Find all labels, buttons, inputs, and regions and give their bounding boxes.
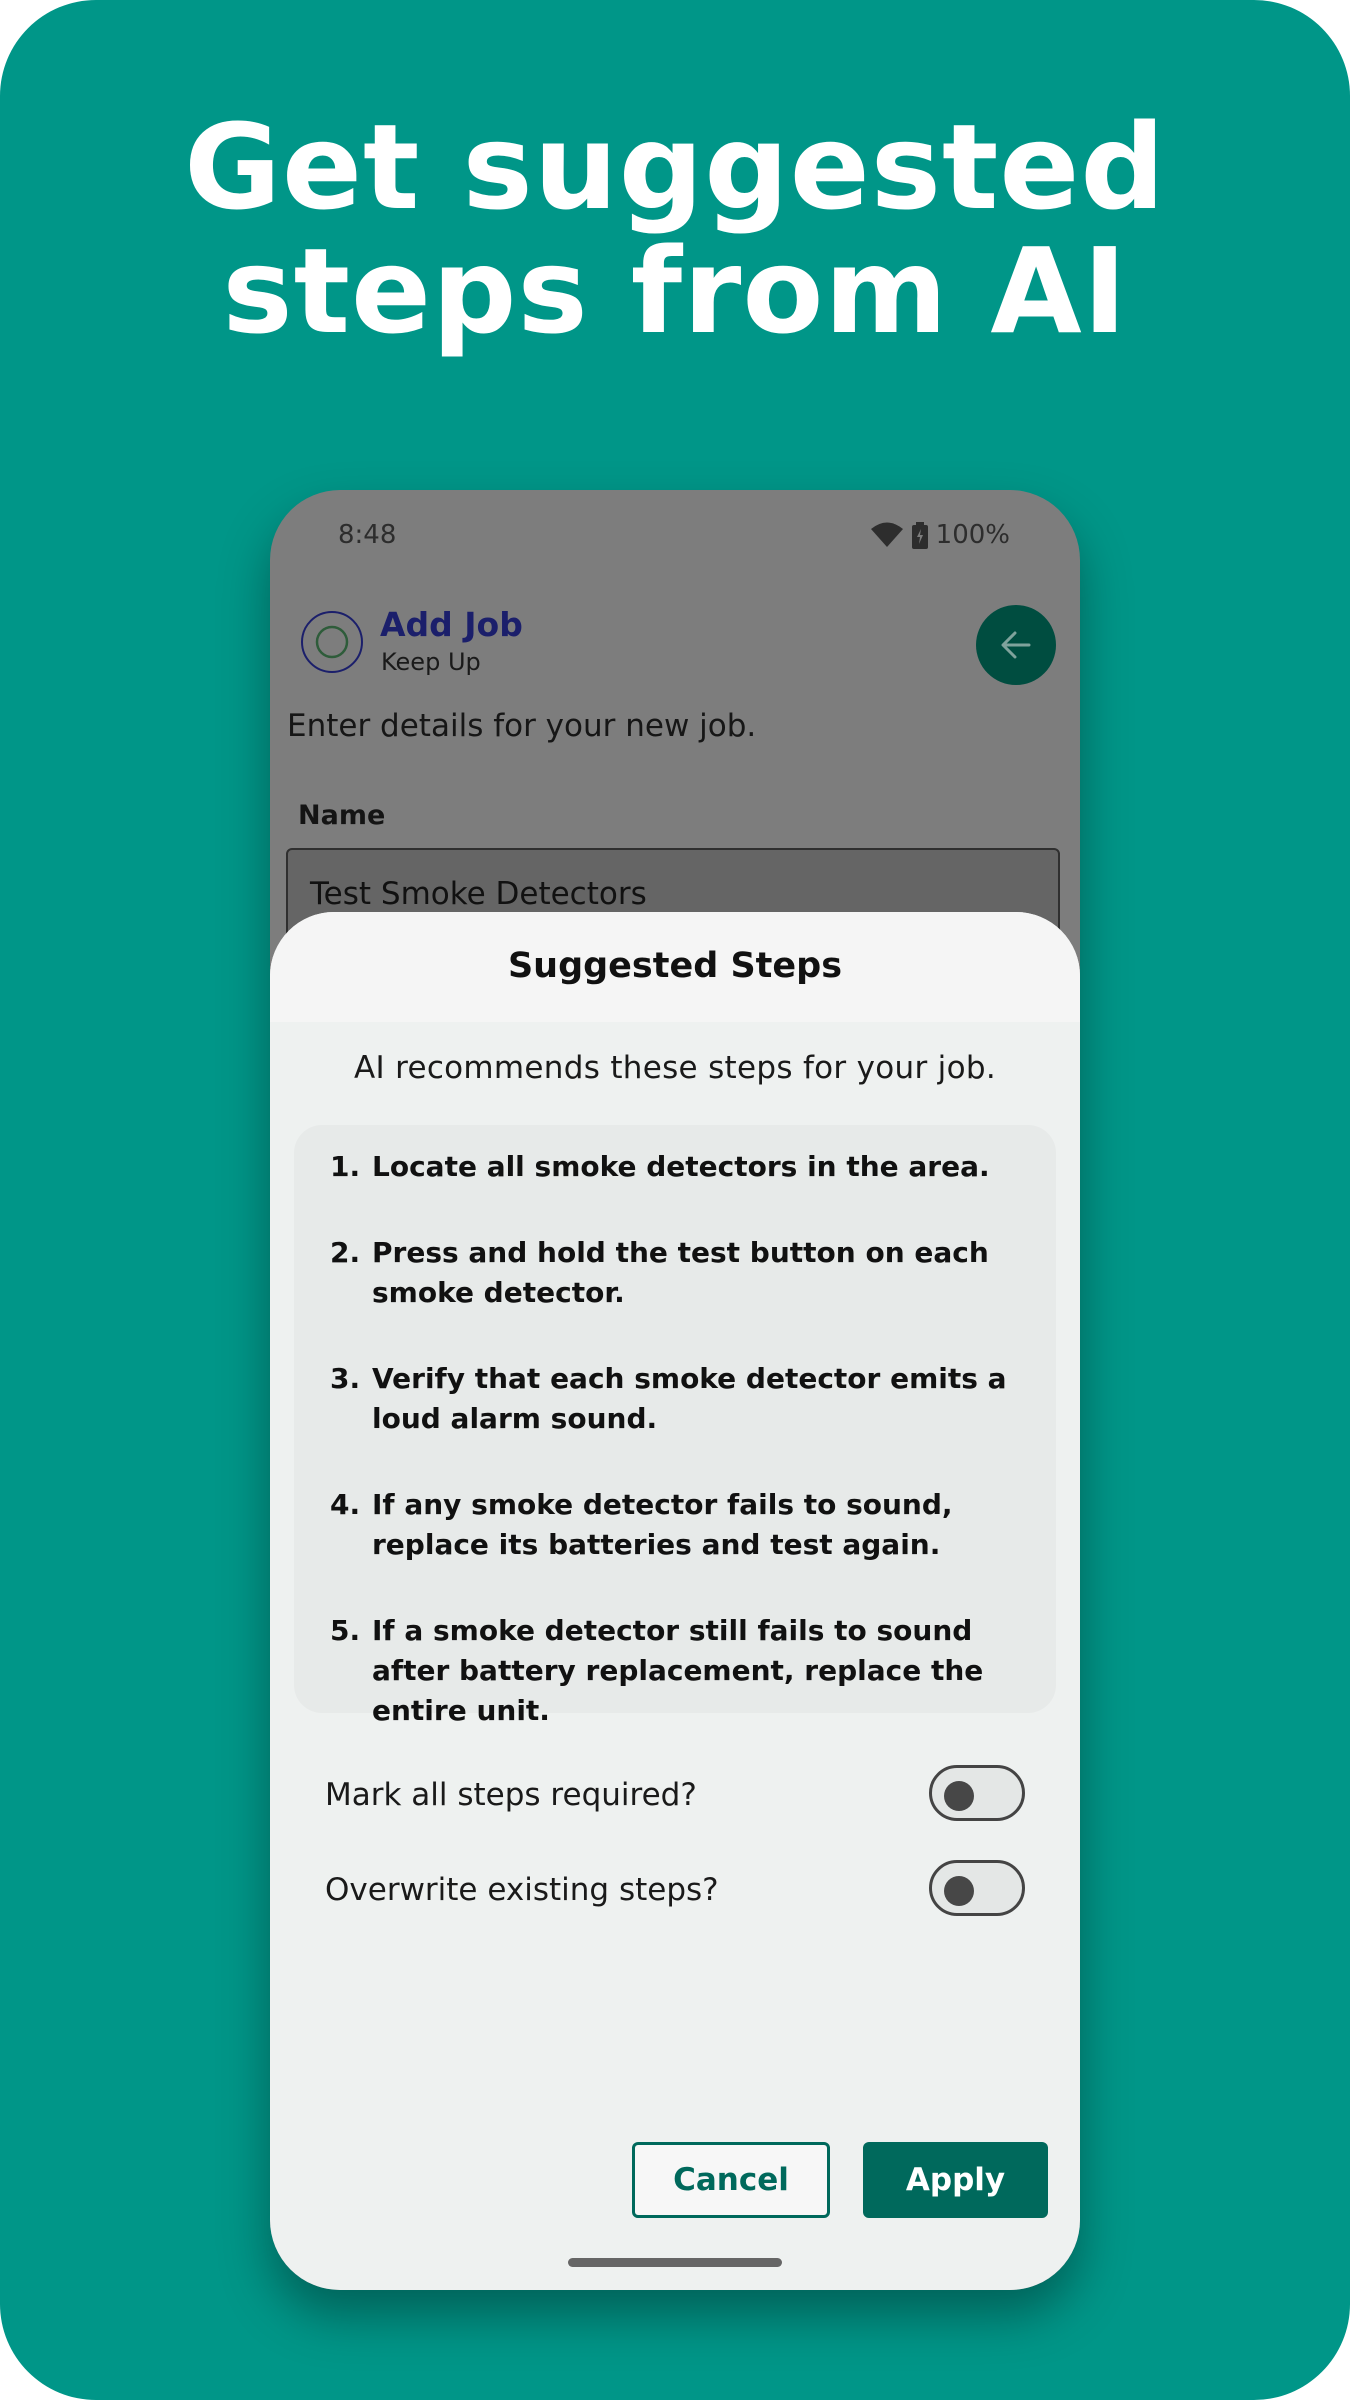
toggle-row-required: Mark all steps required?: [325, 1765, 1025, 1829]
steps-list: 1. Locate all smoke detectors in the are…: [294, 1125, 1056, 1727]
overwrite-toggle-label: Overwrite existing steps?: [325, 1872, 719, 1908]
step-text: If a smoke detector still fails to sound…: [372, 1614, 984, 1727]
app-subtitle: Keep Up: [381, 648, 481, 676]
back-arrow-icon: [1001, 631, 1031, 659]
headline-line-1: Get suggested: [184, 98, 1166, 236]
status-icons: 100%: [870, 520, 1010, 550]
form-intro: Enter details for your new job.: [287, 708, 757, 744]
required-toggle[interactable]: [929, 1765, 1025, 1821]
toggle-knob: [944, 1781, 974, 1811]
required-toggle-label: Mark all steps required?: [325, 1777, 697, 1813]
step-number: 1.: [330, 1150, 361, 1183]
step-text: Verify that each smoke detector emits a …: [372, 1362, 1007, 1435]
suggested-steps-sheet: Suggested Steps AI recommends these step…: [270, 912, 1080, 2290]
step-number: 2.: [330, 1236, 361, 1269]
cancel-button[interactable]: Cancel: [632, 2142, 830, 2218]
sheet-header: Suggested Steps: [270, 912, 1080, 1022]
promo-headline: Get suggested steps from AI: [0, 105, 1350, 353]
headline-line-2: steps from AI: [222, 222, 1128, 360]
wifi-icon: [870, 522, 903, 547]
phone-frame: 8:48 100% Add Job Keep Up Enter details …: [270, 490, 1080, 2290]
name-field-value: Test Smoke Detectors: [310, 876, 647, 912]
sheet-subtitle: AI recommends these steps for your job.: [353, 1050, 996, 1086]
step-number: 5.: [330, 1614, 361, 1647]
name-field-label: Name: [298, 800, 386, 831]
battery-percent: 100%: [935, 520, 1010, 550]
status-time: 8:48: [338, 520, 397, 550]
step-number: 4.: [330, 1488, 361, 1521]
toggle-row-overwrite: Overwrite existing steps?: [325, 1860, 1025, 1924]
step-text: Press and hold the test button on each s…: [372, 1236, 989, 1309]
step-text: Locate all smoke detectors in the area.: [372, 1150, 990, 1183]
step-number: 3.: [330, 1362, 361, 1395]
toggle-knob: [944, 1876, 974, 1906]
promo-canvas: Get suggested steps from AI 8:48 100% Ad…: [0, 0, 1350, 2400]
home-indicator[interactable]: [568, 2258, 782, 2267]
apply-button[interactable]: Apply: [863, 2142, 1048, 2218]
step-text: If any smoke detector fails to sound, re…: [372, 1488, 953, 1561]
overwrite-toggle[interactable]: [929, 1860, 1025, 1916]
sheet-title: Suggested Steps: [507, 946, 843, 986]
battery-icon: [911, 521, 928, 549]
back-button[interactable]: [976, 605, 1056, 685]
app-logo-icon: [301, 611, 363, 673]
app-title: Add Job: [380, 605, 523, 644]
